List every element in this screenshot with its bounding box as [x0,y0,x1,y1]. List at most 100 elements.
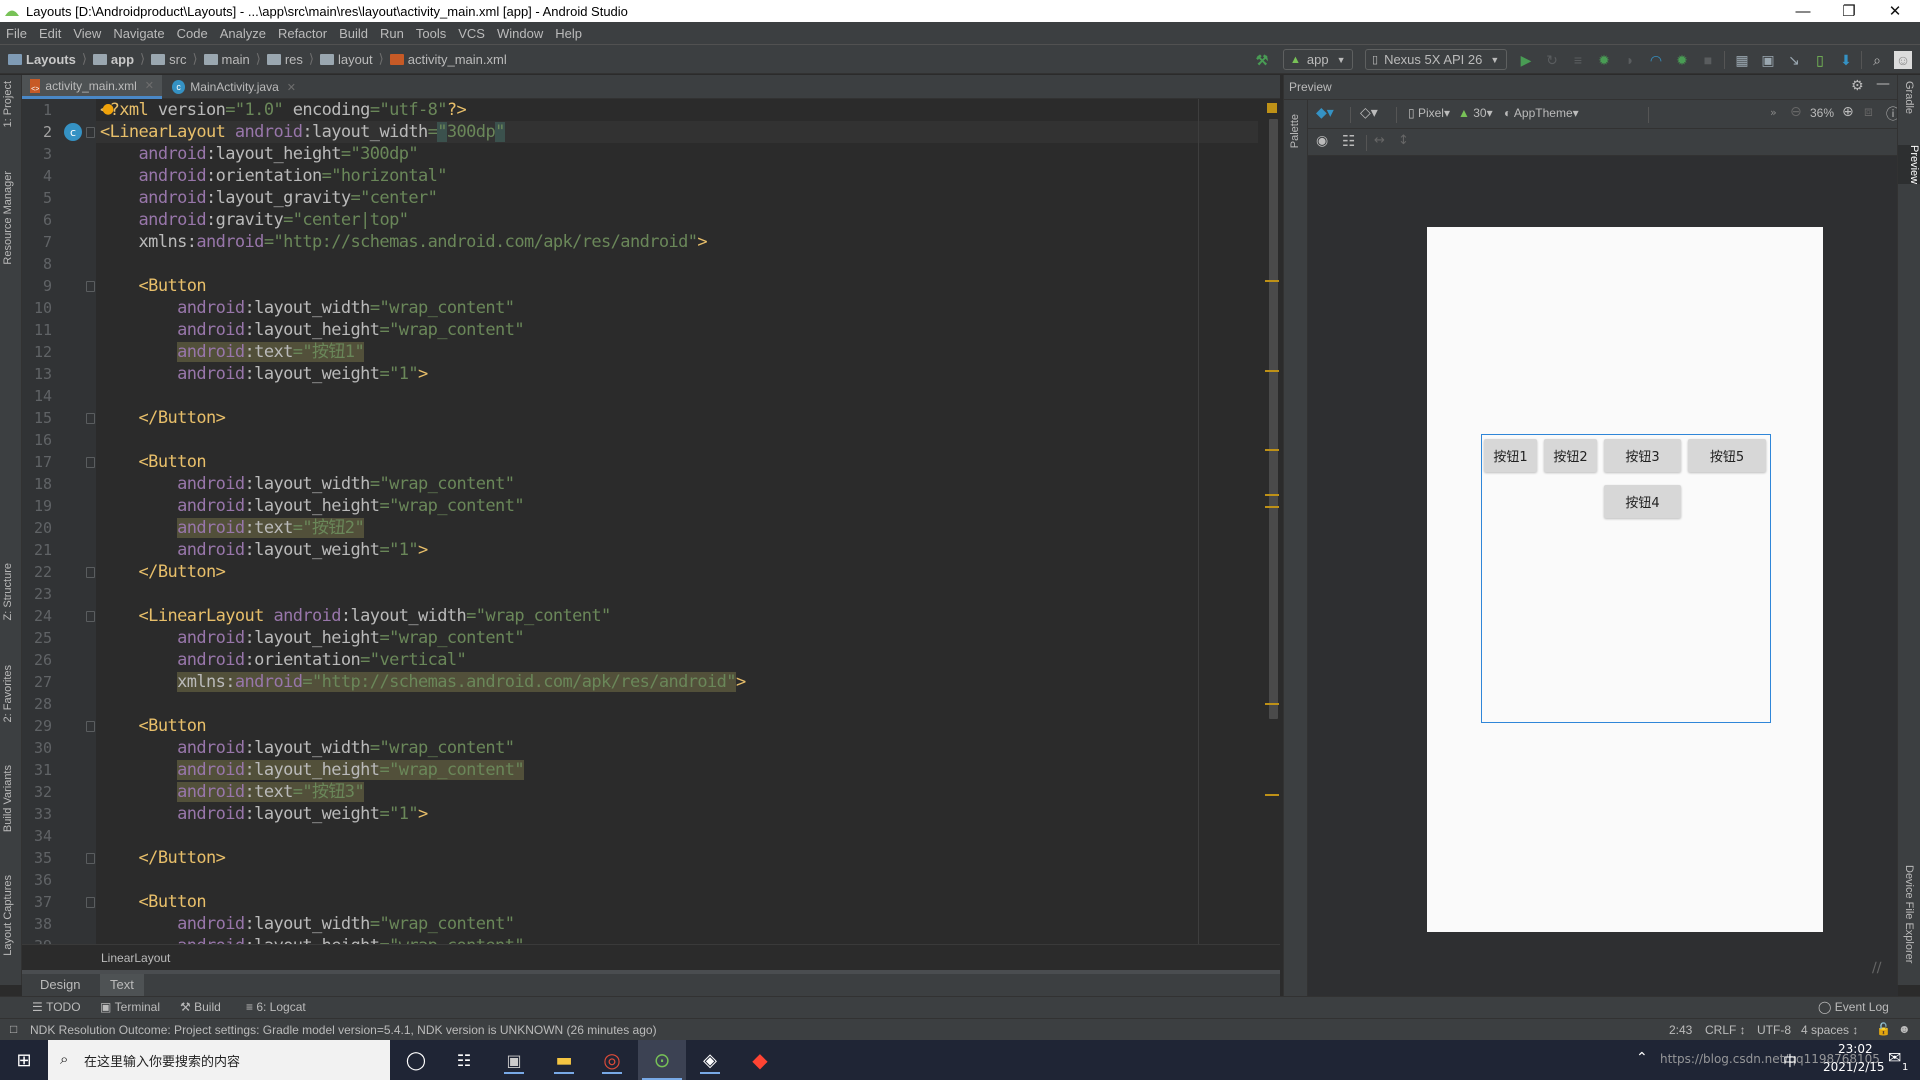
tab-design[interactable]: Design [30,974,90,996]
tool-terminal[interactable]: ▣ Terminal [100,1000,160,1014]
avd-manager-icon[interactable]: ▯ [1811,51,1829,69]
sdk-manager-icon[interactable]: ▣ [1759,51,1777,69]
crumb-src[interactable]: src ⟩ [151,51,203,67]
device-selector[interactable]: ▯ Pixel▾ [1408,106,1450,120]
code-line[interactable]: android:text="按钮1" [100,341,365,363]
preview-button-4[interactable]: 按钮4 [1604,485,1681,518]
code-line[interactable]: android:layout_gravity="center" [100,187,438,209]
minimize-button[interactable]: — [1780,0,1826,22]
fold-marker-icon[interactable] [86,567,95,578]
tool-device-file-explorer[interactable]: Device File Explorer [1903,865,1915,963]
fold-marker-icon[interactable] [86,413,95,424]
tool-todo[interactable]: ☰ TODO [32,1000,81,1014]
tool-gradle[interactable]: Gradle [1903,81,1915,114]
inspection-status-icon[interactable] [1267,103,1277,113]
crumb-main[interactable]: main ⟩ [203,51,267,67]
blueprint-icon[interactable]: ☷ [1342,132,1355,150]
menu-help[interactable]: Help [555,26,582,41]
windows-start-icon[interactable]: ⊞ [10,1046,38,1074]
sdk-download-icon[interactable]: ⬇ [1837,51,1855,69]
code-line[interactable]: </Button> [100,407,226,429]
more-icon[interactable]: » [1770,106,1777,119]
code-line[interactable]: xmlns:android="http://schemas.android.co… [100,231,708,253]
tool-preview[interactable]: Preview [1898,145,1920,185]
zoom-fit-icon[interactable]: ⧈ [1864,104,1873,120]
caret-position[interactable]: 2:43 [1669,1023,1692,1037]
task-view-icon[interactable]: ☷ [450,1046,478,1074]
warning-marker[interactable] [1265,280,1279,282]
fold-marker-icon[interactable] [86,721,95,732]
close-button[interactable]: ✕ [1872,0,1918,22]
hammer-icon[interactable]: ⚒ [1253,51,1271,69]
run-config-dropdown[interactable]: ▲ app ▼ [1283,49,1353,70]
orientation-icon[interactable]: ◇▾ [1360,105,1378,121]
stop-icon[interactable]: ■ [1699,51,1717,69]
crumb-layout[interactable]: layout ⟩ [319,51,390,67]
tool-structure[interactable]: Z: Structure [2,563,14,620]
device-dropdown[interactable]: ▯ Nexus 5X API 26 ▼ [1365,49,1507,70]
fold-marker-icon[interactable] [86,897,95,908]
preview-button-1[interactable]: 按钮1 [1484,439,1537,472]
code-line[interactable]: android:layout_width="wrap_content" [100,297,515,319]
android-studio-taskbar-icon[interactable]: ⊙ [638,1040,686,1080]
code-line[interactable]: android:orientation="horizontal" [100,165,448,187]
ime-indicator[interactable]: 中 [1783,1051,1797,1071]
class-gutter-icon[interactable]: c [64,123,82,141]
menu-navigate[interactable]: Navigate [113,26,164,41]
code-editor[interactable]: 1 2 3 4 5 6 7 8 9 10 11 12 13 14 15 16 17 18 19 20 21 22 23 24 2… [22,99,1280,944]
code-line[interactable]: <LinearLayout android:layout_width="300d… [100,121,505,143]
fold-marker-icon[interactable] [86,853,95,864]
run-icon[interactable]: ▶ [1517,51,1535,69]
code-line[interactable]: android:orientation="vertical" [100,649,467,671]
code-line[interactable]: android:layout_weight="1"> [100,539,428,561]
warning-marker[interactable] [1265,703,1279,705]
hide-icon[interactable]: — [1876,76,1890,92]
notification-icon[interactable]: ✉ [1888,1048,1901,1067]
apply-code-changes-icon[interactable]: ≡ [1569,51,1587,69]
menu-run[interactable]: Run [380,26,404,41]
menu-window[interactable]: Window [497,26,543,41]
code-line[interactable]: <LinearLayout android:layout_width="wrap… [100,605,612,627]
code-line[interactable]: <Button [100,275,207,297]
fold-marker-icon[interactable] [86,281,95,292]
tool-layout-captures[interactable]: Layout Captures [2,875,14,956]
profile-icon[interactable]: ◠ [1647,51,1665,69]
code-line[interactable]: android:text="按钮3" [100,781,365,803]
zoom-in-icon[interactable]: ⊕ [1842,104,1854,120]
warning-marker[interactable] [1265,494,1279,496]
restore-button[interactable]: ❐ [1826,0,1872,22]
theme-selector[interactable]: ◐ AppTheme▾ [1504,106,1579,120]
code-line[interactable]: android:layout_weight="1"> [100,363,428,385]
tool-logcat[interactable]: ≡ 6: Logcat [246,1000,306,1014]
menu-build[interactable]: Build [339,26,368,41]
code-line[interactable]: android:layout_width="wrap_content" [100,913,515,935]
menu-code[interactable]: Code [177,26,208,41]
xml-breadcrumb-item[interactable]: LinearLayout [101,951,170,965]
debug-icon[interactable]: ✹ [1595,51,1613,69]
crumb-activity-main[interactable]: activity_main.xml [389,52,507,67]
code-line[interactable]: android:layout_width="wrap_content" [100,473,515,495]
close-tab-icon[interactable]: ✕ [287,81,296,94]
attach-process-icon[interactable]: ✹ [1673,51,1691,69]
tab-activity-main-xml[interactable]: <> activity_main.xml ✕ [22,75,162,99]
show-hidden-icons[interactable]: ⌃ [1636,1050,1648,1066]
cortana-icon[interactable]: ◯ [402,1046,430,1074]
code-line[interactable]: android:layout_weight="1"> [100,803,428,825]
clock-date[interactable]: 2021/2/15 [1823,1060,1885,1074]
linear-layout-outline[interactable]: 按钮1 按钮2 按钮3 按钮5 按钮4 [1481,434,1771,723]
taskbar-search[interactable]: ⌕ 在这里输入你要搜索的内容 [48,1040,390,1080]
vertical-scrollbar[interactable] [1269,119,1278,719]
tool-project[interactable]: 1: Project [2,81,14,127]
fold-marker-icon[interactable] [86,127,95,138]
code-line[interactable]: android:layout_height="wrap_content" [100,495,524,517]
menu-refactor[interactable]: Refactor [278,26,327,41]
layers-icon[interactable]: ◆▾ [1316,105,1334,121]
menu-analyze[interactable]: Analyze [220,26,266,41]
code-line[interactable]: <?xml version="1.0" encoding="utf-8"?> [100,99,467,121]
code-line[interactable]: </Button> [100,847,226,869]
tool-build-variants[interactable]: Build Variants [2,765,14,832]
tab-mainactivity-java[interactable]: c MainActivity.java ✕ [164,75,304,99]
indent-setting[interactable]: 4 spaces ↕ [1801,1023,1858,1037]
gear-icon[interactable]: ⚙ [1851,78,1864,94]
code-line[interactable]: android:gravity="center|top" [100,209,409,231]
